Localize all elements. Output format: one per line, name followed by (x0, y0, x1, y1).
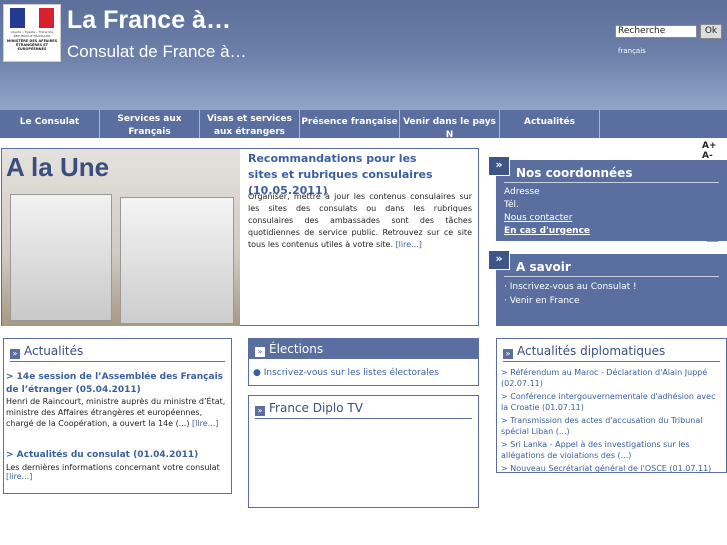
elections-panel: » Élections ● Inscrivez-vous sur les list… (248, 338, 479, 386)
contact-box: » Nos coordonnées Adresse Tél. Nous cont… (488, 156, 727, 241)
nav-item-visas[interactable]: Visas et services aux étrangers (200, 110, 300, 138)
featured-label: A la Une (6, 152, 110, 182)
contact-phone: Tél. (504, 200, 519, 210)
chevron-right-icon: » (503, 349, 513, 359)
diplomatic-news-item[interactable]: > Nouveau Secrétariat général de l'OSCE … (501, 463, 723, 474)
featured-body: Organiser, mettre à jour les contenus co… (248, 192, 472, 249)
language-link[interactable]: français (618, 47, 646, 55)
site-subtitle: Consulat de France à… (67, 42, 247, 61)
news-item-title[interactable]: > 14e session de l’Assemblée des Françai… (6, 371, 228, 397)
read-more-link[interactable]: [lire...] (192, 419, 218, 428)
nav-item-presence[interactable]: Présence française (300, 110, 400, 138)
logo-ministry: MINISTÈRE DES AFFAIRES ÉTRANGÈRES ET EUR… (6, 39, 58, 51)
divider (255, 418, 472, 419)
site-title[interactable]: La France à… (67, 6, 231, 35)
main-nav: Le Consulat Services aux Français Visas … (0, 110, 727, 242)
contact-title: Nos coordonnées (516, 166, 633, 180)
diplomatic-news-item[interactable]: > Sri Lanka - Appel à des investigations… (501, 439, 723, 461)
nav-item-venir[interactable]: Venir dans le pays N (400, 110, 500, 140)
contact-address: Adresse (504, 187, 540, 197)
featured-section: A la Une Recommandations pour les sites … (1, 148, 479, 326)
divider (504, 182, 719, 183)
diplomatic-news-item[interactable]: > Conférence intergouvernementale d'adhé… (501, 391, 723, 413)
news-item-text: Les dernières informations concernant vo… (6, 463, 230, 481)
divider (504, 276, 719, 277)
a-savoir-title: A savoir (516, 260, 571, 274)
chevron-right-icon: » (488, 156, 510, 176)
ballot-boxes-image: A la Une (2, 149, 240, 326)
news-title: » Actualités (10, 344, 83, 359)
elections-link[interactable]: ● Inscrivez-vous sur les listes électora… (253, 368, 439, 378)
divider (503, 361, 720, 362)
diplomatic-news-item[interactable]: > Transmission des actes d'accusation du… (501, 415, 723, 437)
diplomatic-news-item[interactable]: > Référendum au Maroc - Déclaration d'Al… (501, 367, 723, 389)
featured-text: Organiser, mettre à jour les contenus co… (248, 191, 472, 251)
ballot-box-shape (10, 194, 112, 321)
divider (10, 361, 225, 362)
read-more-link[interactable]: [lire...] (6, 472, 32, 481)
logo-motto: Liberté • Égalité • Fraternité RÉPUBLIQU… (10, 30, 54, 38)
a-savoir-box: » A savoir · Inscrivez-vous au Consulat … (488, 250, 727, 326)
emergency-link[interactable]: En cas d'urgence (504, 226, 590, 236)
french-flag-icon (10, 8, 55, 28)
news-panel: » Actualités > 14e session de l’Assemblée… (3, 338, 232, 494)
search-button[interactable]: Ok (700, 24, 722, 39)
search-input[interactable]: Recherche (615, 25, 697, 38)
nav-item-consulat[interactable]: Le Consulat (0, 110, 100, 138)
chevron-right-icon: » (10, 349, 20, 359)
font-size-controls[interactable]: A+ A- (702, 141, 727, 161)
a-savoir-item[interactable]: · Venir en France (504, 296, 580, 306)
nav-item-services-francais[interactable]: Services aux Français (100, 110, 200, 138)
ballot-box-shape (120, 197, 234, 324)
read-more-link[interactable]: [lire...] (396, 240, 422, 249)
a-savoir-item[interactable]: · Inscrivez-vous au Consulat ! (504, 282, 637, 292)
news-item-body: Les dernières informations concernant vo… (6, 463, 220, 472)
elections-title: » Élections (255, 342, 323, 357)
contact-link[interactable]: Nous contacter (504, 213, 572, 223)
site-header: Liberté • Égalité • Fraternité RÉPUBLIQU… (0, 0, 727, 110)
diplo-tv-panel: » France Diplo TV (248, 395, 479, 508)
chevron-right-icon: » (255, 347, 265, 357)
nav-item-actualites[interactable]: Actualités (500, 110, 600, 138)
diplomatic-news-list: > Référendum au Maroc - Déclaration d'Al… (501, 367, 723, 474)
news-item-title[interactable]: > Actualités du consulat (01.04.2011) (6, 450, 228, 460)
ministry-logo[interactable]: Liberté • Égalité • Fraternité RÉPUBLIQU… (3, 4, 61, 62)
diplomatic-news-panel: » Actualités diplomatiques > Référendum a… (496, 338, 727, 473)
diplomatic-news-title: » Actualités diplomatiques (503, 344, 665, 359)
news-item-text: Henri de Raincourt, ministre auprès du m… (6, 396, 230, 429)
diplo-tv-title: » France Diplo TV (255, 401, 363, 416)
chevron-right-icon: » (488, 250, 510, 270)
chevron-right-icon: » (255, 406, 265, 416)
